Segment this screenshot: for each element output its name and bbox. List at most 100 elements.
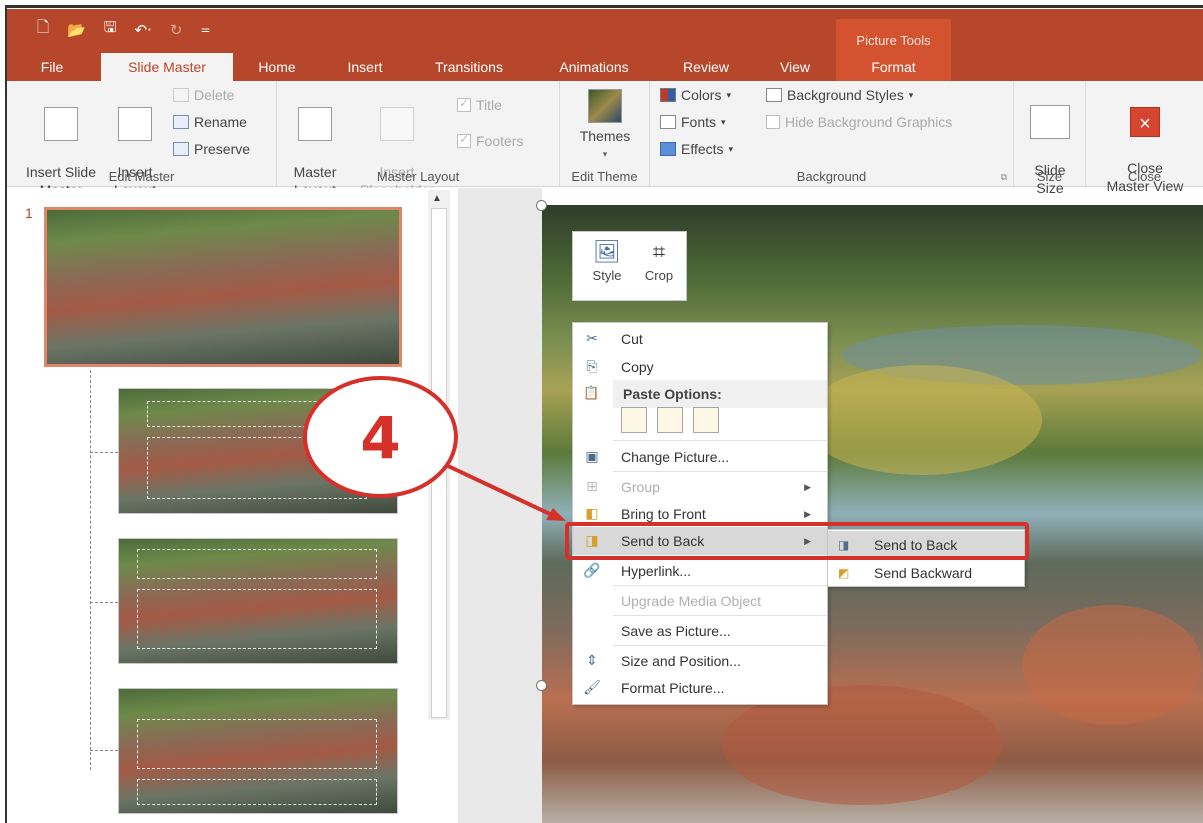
tab-slide-master[interactable]: Slide Master <box>101 53 233 81</box>
footers-checkbox-label: Footers <box>476 133 524 149</box>
group-close: × Close Master View Close <box>1086 81 1203 194</box>
tab-view[interactable]: View <box>765 53 825 81</box>
close-icon: × <box>1130 107 1160 137</box>
menu-separator <box>613 585 827 586</box>
mini-toolbar: 🖼 Style ⌗ Crop <box>572 231 687 301</box>
copy-menu-item[interactable]: ⎘ Copy <box>573 353 827 381</box>
size-and-position-label: Size and Position... <box>621 653 741 669</box>
close-group-label: Close <box>1127 169 1162 184</box>
effects-icon <box>660 142 676 156</box>
hide-background-graphics-checkbox[interactable]: Hide Background Graphics <box>766 114 952 130</box>
title-placeholder <box>137 719 377 769</box>
upgrade-media-object-menu-item[interactable]: Upgrade Media Object <box>573 587 827 615</box>
paste-options-header: Paste Options: <box>613 380 827 408</box>
footers-checkbox[interactable]: Footers <box>457 132 524 149</box>
send-backward-menu-item[interactable]: ◩ Send Backward <box>828 559 1024 587</box>
menu-separator <box>613 471 827 472</box>
context-menu: ✂ Cut ⎘ Copy Paste Options: 📋 ▣ Change P… <box>572 322 828 705</box>
copy-label: Copy <box>621 359 654 375</box>
layout-connector-branch <box>90 750 118 751</box>
frame-top-border <box>7 5 1203 8</box>
customize-icon[interactable]: = <box>200 23 210 37</box>
send-backward-icon: ◩ <box>838 566 850 580</box>
colors-button[interactable]: Colors ▾ <box>660 87 731 103</box>
picture-tools-label: Picture Tools <box>856 33 931 48</box>
background-styles-label: Background Styles <box>787 87 904 103</box>
open-icon[interactable]: 📂 <box>67 21 86 39</box>
cut-menu-item[interactable]: ✂ Cut <box>573 325 827 353</box>
hyperlink-menu-item[interactable]: 🔗 Hyperlink... <box>573 557 827 585</box>
themes-dropdown-icon: ▾ <box>602 149 608 159</box>
paste-keep-source-formatting-icon[interactable] <box>657 407 683 433</box>
background-styles-button[interactable]: Background Styles ▾ <box>766 87 913 103</box>
title-placeholder <box>137 549 377 579</box>
format-picture-label: Format Picture... <box>621 680 725 696</box>
group-menu-item[interactable]: ⊞ Group ▶ <box>573 473 827 501</box>
tree-area <box>802 365 1042 475</box>
insert-placeholder-icon <box>380 107 414 141</box>
preserve-button[interactable]: Preserve <box>173 141 250 157</box>
tab-file[interactable]: File <box>27 53 77 81</box>
background-dialog-launcher-icon[interactable]: ⧉ <box>1001 172 1007 183</box>
fonts-label: Fonts <box>681 114 717 130</box>
resize-handle[interactable] <box>536 680 547 691</box>
colors-icon <box>660 88 676 102</box>
bring-to-front-icon: ◧ <box>585 506 599 522</box>
title-checkbox[interactable]: Title <box>457 96 502 113</box>
slide-size-icon <box>1030 105 1070 139</box>
insert-slide-master-icon <box>44 107 78 141</box>
rename-button[interactable]: Rename <box>173 114 247 130</box>
footers-checkbox-box <box>457 132 471 148</box>
save-as-picture-menu-item[interactable]: Save as Picture... <box>573 617 827 645</box>
style-button[interactable]: 🖼 Style <box>581 238 633 283</box>
group-size: Slide Size Size <box>1014 81 1086 196</box>
group-edit-theme: Themes ▾ Edit Theme <box>560 81 650 187</box>
rooftops-area <box>1022 605 1202 725</box>
tab-home[interactable]: Home <box>247 53 307 81</box>
ribbon: Insert Slide Master Insert Layout Delete… <box>7 81 1203 198</box>
layout-connector-branch <box>90 602 118 603</box>
menu-separator <box>613 440 827 441</box>
slide-master-thumbnail[interactable] <box>44 207 402 367</box>
paste-picture-icon[interactable] <box>693 407 719 433</box>
delete-button[interactable]: Delete <box>173 87 234 103</box>
effects-button[interactable]: Effects ▾ <box>660 141 733 157</box>
tab-transitions[interactable]: Transitions <box>419 53 519 81</box>
insert-layout-icon <box>118 107 152 141</box>
new-icon[interactable]: 🗋 <box>37 17 49 42</box>
size-and-position-menu-item[interactable]: ⇕ Size and Position... <box>573 647 827 675</box>
save-icon[interactable]: 🖫 <box>104 17 117 42</box>
group-master-layout: Master Layout Insert Placeholder Title F… <box>277 81 560 198</box>
resize-handle[interactable] <box>536 200 547 211</box>
undo-icon[interactable]: ↶· <box>135 21 152 39</box>
delete-icon <box>173 88 189 102</box>
fonts-icon <box>660 115 676 129</box>
ribbon-tabs: File Slide Master Home Insert Transition… <box>7 53 1203 81</box>
tab-format[interactable]: Format <box>836 53 951 81</box>
style-label: Style <box>592 268 622 283</box>
tab-insert[interactable]: Insert <box>333 53 397 81</box>
hyperlink-icon: 🔗 <box>583 563 601 579</box>
scroll-up-icon[interactable]: ▲ <box>432 193 442 204</box>
layout-thumbnail[interactable] <box>118 688 398 814</box>
group-edit-master: Insert Slide Master Insert Layout Delete… <box>7 81 277 198</box>
paste-icon: 📋 <box>583 386 600 401</box>
redo-icon[interactable]: ↻ <box>170 21 183 39</box>
tab-animations[interactable]: Animations <box>543 53 645 81</box>
change-picture-menu-item[interactable]: ▣ Change Picture... <box>573 443 827 471</box>
layout-connector-branch <box>90 452 118 453</box>
change-picture-icon: ▣ <box>585 449 599 465</box>
layout-connector <box>90 370 91 770</box>
group-background: Colors ▾ Fonts ▾ Effects ▾ Background Style… <box>650 81 1014 187</box>
style-icon: 🖼 <box>593 240 621 265</box>
layout-thumbnail[interactable] <box>118 538 398 664</box>
fonts-button[interactable]: Fonts ▾ <box>660 114 726 130</box>
themes-button[interactable]: Themes ▾ <box>570 89 640 163</box>
group-label: Group <box>621 479 660 495</box>
background-styles-icon <box>766 88 782 102</box>
paste-use-destination-theme-icon[interactable] <box>621 407 647 433</box>
menu-separator <box>613 645 827 646</box>
format-picture-menu-item[interactable]: 🖌 Format Picture... <box>573 674 827 702</box>
crop-button[interactable]: ⌗ Crop <box>635 238 683 283</box>
tab-review[interactable]: Review <box>671 53 741 81</box>
